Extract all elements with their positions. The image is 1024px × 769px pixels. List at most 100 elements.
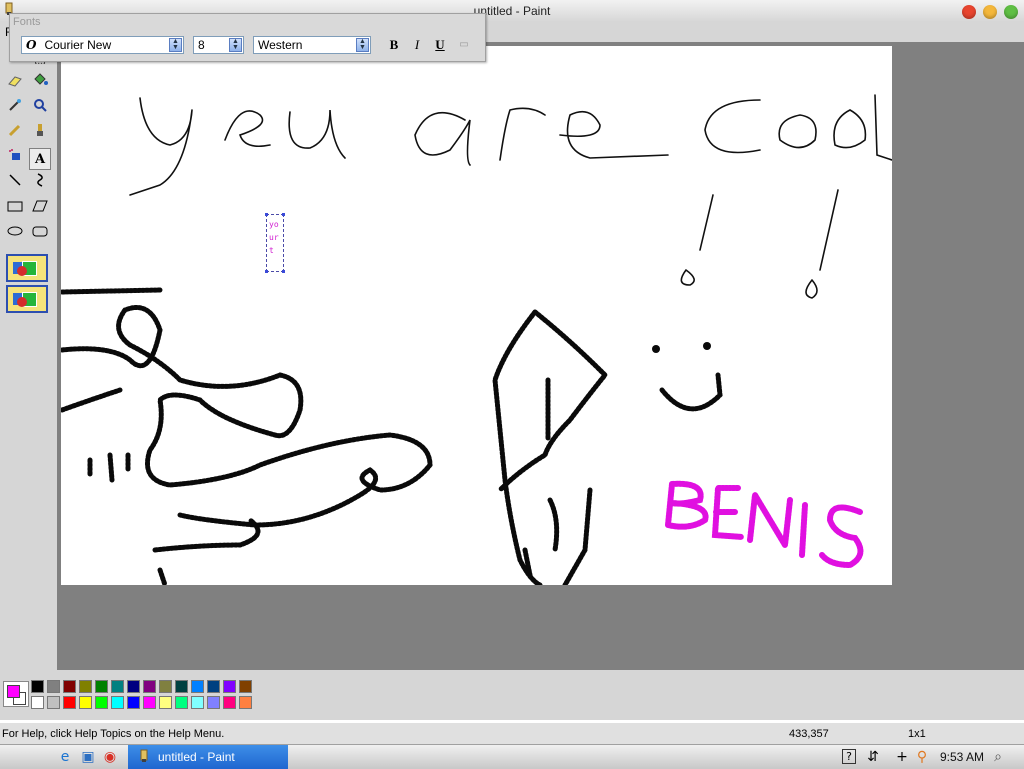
cursor-coordinates: 433,357 <box>789 728 829 740</box>
palette-swatch[interactable] <box>47 680 60 693</box>
benis-graffiti <box>665 480 864 569</box>
canvas-drawing <box>61 94 892 585</box>
maximize-button[interactable] <box>1004 5 1018 19</box>
palette-swatch[interactable] <box>79 680 92 693</box>
palette-swatch[interactable] <box>31 696 44 709</box>
italic-button[interactable]: I <box>407 36 427 54</box>
text-box-handle[interactable] <box>265 213 268 216</box>
text-tool-icon[interactable]: A <box>29 148 51 170</box>
palette-swatch[interactable] <box>143 696 156 709</box>
taskbar-paint-label: untitled - Paint <box>158 750 235 764</box>
text-box-handle[interactable] <box>282 270 285 273</box>
fill-bucket-icon[interactable] <box>29 73 51 95</box>
palette-swatch[interactable] <box>191 696 204 709</box>
font-size-value: 8 <box>198 38 205 52</box>
help-icon[interactable]: ? <box>842 749 856 764</box>
palette-swatch[interactable] <box>223 696 236 709</box>
palette-swatch[interactable] <box>127 696 140 709</box>
palette-swatch[interactable] <box>239 680 252 693</box>
drawing-canvas[interactable]: yo ur t <box>61 46 892 585</box>
line-icon[interactable] <box>4 173 26 195</box>
palette-swatch[interactable] <box>223 680 236 693</box>
palette-swatch[interactable] <box>191 680 204 693</box>
exclamation-1 <box>680 194 714 286</box>
palette-swatch[interactable] <box>175 680 188 693</box>
font-name-value: Courier New <box>44 38 112 52</box>
vertical-text-icon[interactable]: ▭ <box>454 36 474 54</box>
close-button[interactable] <box>962 5 976 19</box>
ellipse-icon[interactable] <box>4 223 26 245</box>
current-colors[interactable] <box>3 681 29 707</box>
palette-swatch[interactable] <box>79 696 92 709</box>
palette-swatch[interactable] <box>47 696 60 709</box>
airbrush-icon[interactable] <box>4 148 26 170</box>
font-size-select[interactable]: 8 ▲ ▼ <box>193 36 244 54</box>
rectangle-icon[interactable] <box>4 198 26 220</box>
paint-app-icon <box>140 749 148 762</box>
palette-swatch[interactable] <box>111 680 124 693</box>
magnifier-icon[interactable] <box>29 98 51 120</box>
smiley-mouth <box>659 372 723 412</box>
taskbar-paint-button[interactable]: untitled - Paint <box>128 745 288 769</box>
color-palette <box>0 670 1024 720</box>
text-box-handle[interactable] <box>265 270 268 273</box>
font-script-value: Western <box>258 38 303 52</box>
palette-swatch[interactable] <box>31 680 44 693</box>
palette-swatch[interactable] <box>63 680 76 693</box>
palette-swatch[interactable] <box>127 680 140 693</box>
polygon-icon[interactable] <box>29 198 51 220</box>
opaque-mode-icon[interactable] <box>6 254 48 282</box>
palette-swatch[interactable] <box>143 680 156 693</box>
search-icon[interactable]: ⌕ <box>990 749 1006 765</box>
fonts-toolbar-title: Fonts <box>13 16 41 28</box>
font-script-select[interactable]: Western ▲ ▼ <box>253 36 371 54</box>
color-picker-icon[interactable] <box>4 98 26 120</box>
text-box-line-1: yo <box>269 220 279 229</box>
text-box-line-2: ur <box>269 233 279 242</box>
text-box-handle[interactable] <box>282 213 285 216</box>
eraser-icon[interactable] <box>4 73 26 95</box>
chevron-down-icon[interactable]: ▲ ▼ <box>169 38 182 52</box>
font-name-select[interactable]: O Courier New ▲ ▼ <box>21 36 184 54</box>
palette-swatch[interactable] <box>159 696 172 709</box>
fonts-toolbar[interactable]: Fonts O Courier New ▲ ▼ 8 ▲ ▼ Western ▲ ▼ B … <box>9 13 486 62</box>
bold-button[interactable]: B <box>384 36 404 54</box>
palette-swatch[interactable] <box>207 680 220 693</box>
minimize-button[interactable] <box>983 5 997 19</box>
palette-swatch[interactable] <box>63 696 76 709</box>
rounded-rect-icon[interactable] <box>29 223 51 245</box>
clock: 9:53 AM <box>940 750 985 764</box>
chrome-icon[interactable]: ◉ <box>102 749 118 765</box>
toolbox: ✧ ⬚ A <box>0 42 58 670</box>
chevron-down-icon[interactable]: ▲ ▼ <box>356 38 369 52</box>
palette-swatch[interactable] <box>239 696 252 709</box>
exclamation-2 <box>805 189 839 299</box>
palette-swatch[interactable] <box>111 696 124 709</box>
selection-size: 1x1 <box>908 728 926 740</box>
foreground-color-swatch[interactable] <box>7 685 20 698</box>
text-input-box[interactable]: yo ur t <box>266 214 284 272</box>
status-bar: For Help, click Help Topics on the Help … <box>0 722 1024 745</box>
spotlight-icon[interactable]: ⚲ <box>914 749 930 765</box>
chevron-down-icon[interactable]: ▲ ▼ <box>229 38 242 52</box>
handwriting-are <box>414 107 669 166</box>
pencil-icon[interactable] <box>4 123 26 145</box>
palette-swatch[interactable] <box>95 696 108 709</box>
smiley-eyes <box>652 342 711 353</box>
handwriting-cool <box>704 94 892 161</box>
palette-swatch[interactable] <box>95 680 108 693</box>
brush-icon[interactable] <box>29 123 51 145</box>
underline-button[interactable]: U <box>430 36 450 54</box>
ie-browser-icon[interactable]: e <box>57 749 73 765</box>
apple-icon[interactable] <box>18 749 34 765</box>
explorer-icon[interactable]: ▣ <box>80 749 96 765</box>
palette-swatch[interactable] <box>159 680 172 693</box>
palette-swatch[interactable] <box>207 696 220 709</box>
curve-icon[interactable] <box>29 173 51 195</box>
add-icon[interactable]: + <box>894 749 910 765</box>
text-box-line-3: t <box>269 246 274 255</box>
network-icon[interactable]: ⇵ <box>865 749 881 765</box>
scribble-left-figure <box>61 305 433 585</box>
palette-swatch[interactable] <box>175 696 188 709</box>
transparent-mode-icon[interactable] <box>6 285 48 313</box>
